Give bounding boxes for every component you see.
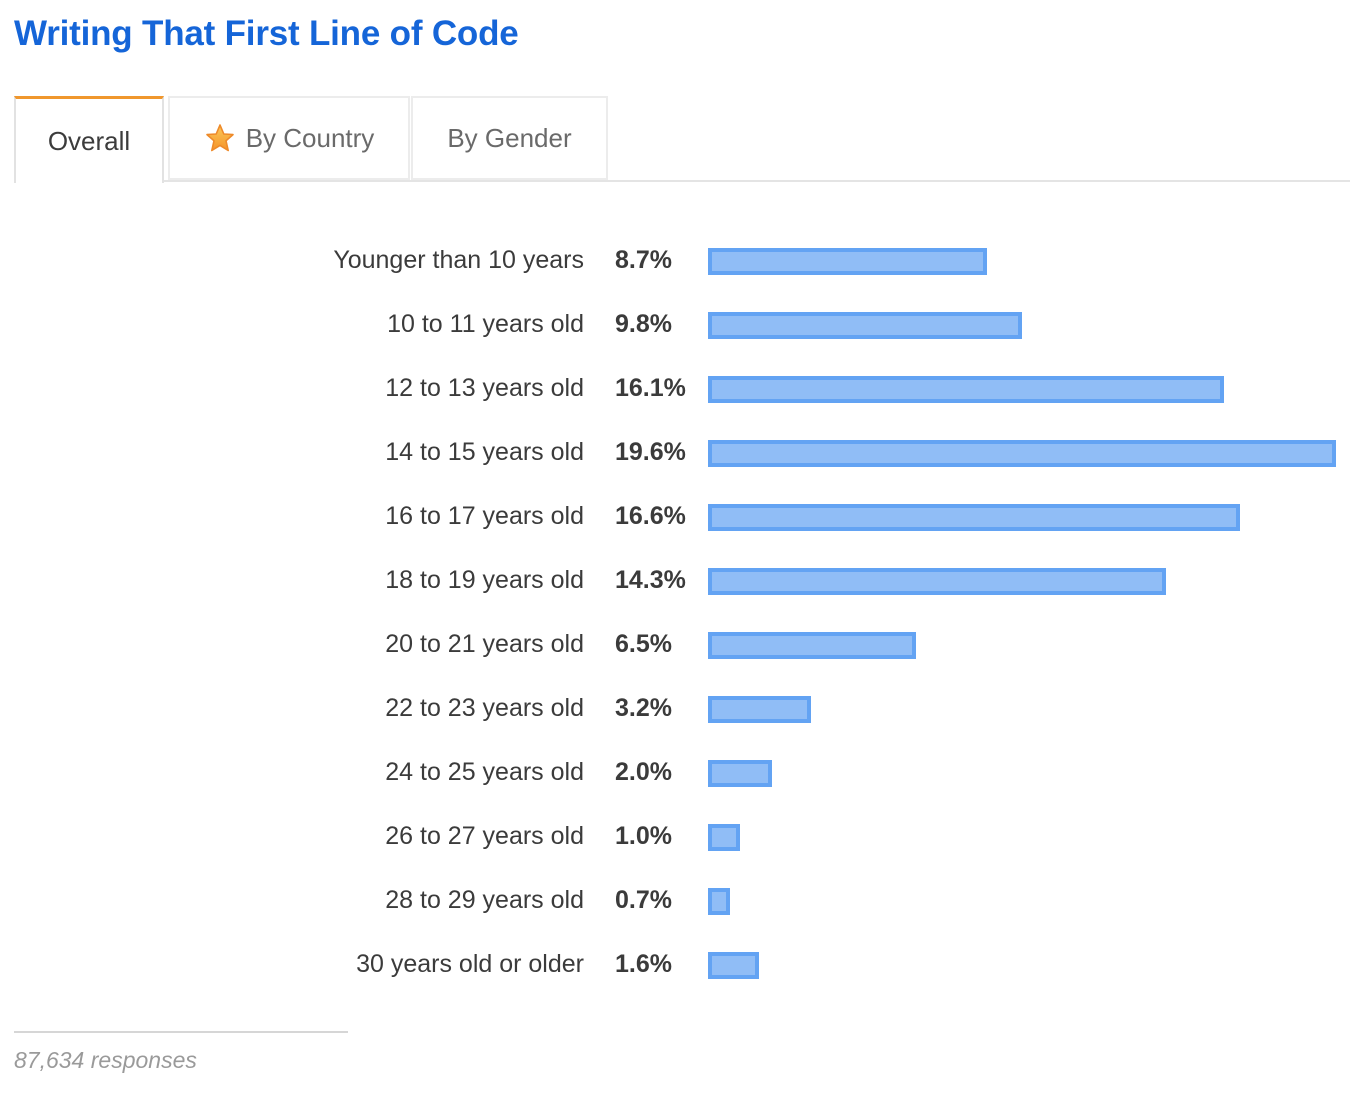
bar (708, 568, 1166, 595)
category-label: 10 to 11 years old (387, 310, 584, 338)
chart-row: 10 to 11 years old 9.8% (0, 294, 1370, 358)
bar (708, 376, 1224, 403)
bar (708, 632, 916, 659)
chart-row: Younger than 10 years 8.7% (0, 230, 1370, 294)
value-label: 19.6% (615, 438, 686, 466)
bar (708, 760, 772, 787)
bar (708, 440, 1336, 467)
tab-bar: Overall By Country By Gender (14, 96, 1350, 183)
value-label: 3.2% (615, 694, 672, 722)
value-label: 14.3% (615, 566, 686, 594)
category-label: 16 to 17 years old (385, 502, 584, 530)
category-label: 18 to 19 years old (385, 566, 584, 594)
value-label: 0.7% (615, 886, 672, 914)
chart-row: 12 to 13 years old 16.1% (0, 358, 1370, 422)
tab-overall[interactable]: Overall (14, 96, 164, 183)
category-label: 30 years old or older (356, 950, 584, 978)
bar (708, 824, 740, 851)
bar-chart: Younger than 10 years 8.7% 10 to 11 years … (0, 230, 1370, 1000)
value-label: 9.8% (615, 310, 672, 338)
value-label: 2.0% (615, 758, 672, 786)
value-label: 6.5% (615, 630, 672, 658)
tab-by-country-label: By Country (245, 122, 375, 153)
category-label: Younger than 10 years (333, 246, 584, 274)
bar (708, 888, 730, 915)
tab-by-gender[interactable]: By Gender (411, 96, 608, 180)
category-label: 24 to 25 years old (385, 758, 584, 786)
bar (708, 312, 1022, 339)
bar (708, 696, 811, 723)
chart-row: 14 to 15 years old 19.6% (0, 422, 1370, 486)
bar (708, 952, 759, 979)
tab-overall-label: Overall (47, 125, 131, 156)
bar (708, 248, 987, 275)
value-label: 16.6% (615, 502, 686, 530)
tab-by-gender-label: By Gender (447, 122, 572, 153)
chart-row: 26 to 27 years old 1.0% (0, 806, 1370, 870)
page-title: Writing That First Line of Code (14, 14, 519, 53)
category-label: 26 to 27 years old (385, 822, 584, 850)
chart-row: 20 to 21 years old 6.5% (0, 614, 1370, 678)
chart-row: 30 years old or older 1.6% (0, 934, 1370, 998)
value-label: 1.0% (615, 822, 672, 850)
value-label: 8.7% (615, 246, 672, 274)
category-label: 14 to 15 years old (385, 438, 584, 466)
category-label: 28 to 29 years old (385, 886, 584, 914)
tab-baseline-divider (14, 180, 1350, 182)
value-label: 1.6% (615, 950, 672, 978)
response-count: 87,634 responses (14, 1047, 197, 1073)
chart-row: 16 to 17 years old 16.6% (0, 486, 1370, 550)
category-label: 22 to 23 years old (385, 694, 584, 722)
category-label: 20 to 21 years old (385, 630, 584, 658)
bar (708, 504, 1240, 531)
tab-by-country[interactable]: By Country (168, 96, 410, 180)
footer-divider (14, 1031, 348, 1033)
chart-row: 18 to 19 years old 14.3% (0, 550, 1370, 614)
value-label: 16.1% (615, 374, 686, 402)
star-icon (204, 122, 236, 154)
chart-row: 28 to 29 years old 0.7% (0, 870, 1370, 934)
chart-row: 22 to 23 years old 3.2% (0, 678, 1370, 742)
chart-row: 24 to 25 years old 2.0% (0, 742, 1370, 806)
category-label: 12 to 13 years old (385, 374, 584, 402)
